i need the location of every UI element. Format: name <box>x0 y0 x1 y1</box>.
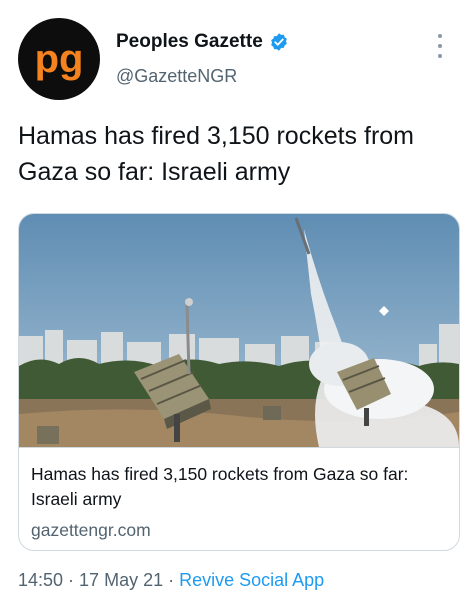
name-row: Peoples Gazette <box>116 31 289 53</box>
verified-badge-icon <box>270 33 287 51</box>
meta-separator: · <box>68 570 75 590</box>
card-title[interactable]: Hamas has fired 3,150 rockets from Gaza … <box>31 462 447 512</box>
tweet-header: pg Peoples Gazette @GazetteNGR <box>18 18 450 102</box>
peoples-gazette-logo-icon: pg <box>35 37 84 81</box>
tweet-text: Hamas has fired 3,150 rockets from Gaza … <box>18 122 414 186</box>
logo-text: pg <box>35 37 84 81</box>
display-name[interactable]: Peoples Gazette <box>116 31 263 53</box>
tweet-source-link[interactable]: Revive Social App <box>179 570 324 590</box>
more-options-icon[interactable] <box>430 32 450 60</box>
avatar[interactable]: pg <box>18 18 100 100</box>
card-domain[interactable]: gazettengr.com <box>31 518 447 543</box>
link-card[interactable]: Hamas has fired 3,150 rockets from Gaza … <box>18 213 460 551</box>
tweet-date[interactable]: 17 May 21 <box>79 570 163 590</box>
tweet-meta: 14:50 · 17 May 21 · Revive Social App <box>18 570 324 591</box>
card-image[interactable] <box>19 214 459 447</box>
more-dot <box>438 34 442 38</box>
tweet-time[interactable]: 14:50 <box>18 570 63 590</box>
user-handle[interactable]: @GazetteNGR <box>116 66 237 87</box>
card-body: Hamas has fired 3,150 rockets from Gaza … <box>19 447 459 550</box>
meta-separator-2: · <box>168 570 175 590</box>
more-dot <box>438 54 442 58</box>
more-dot <box>438 44 442 48</box>
